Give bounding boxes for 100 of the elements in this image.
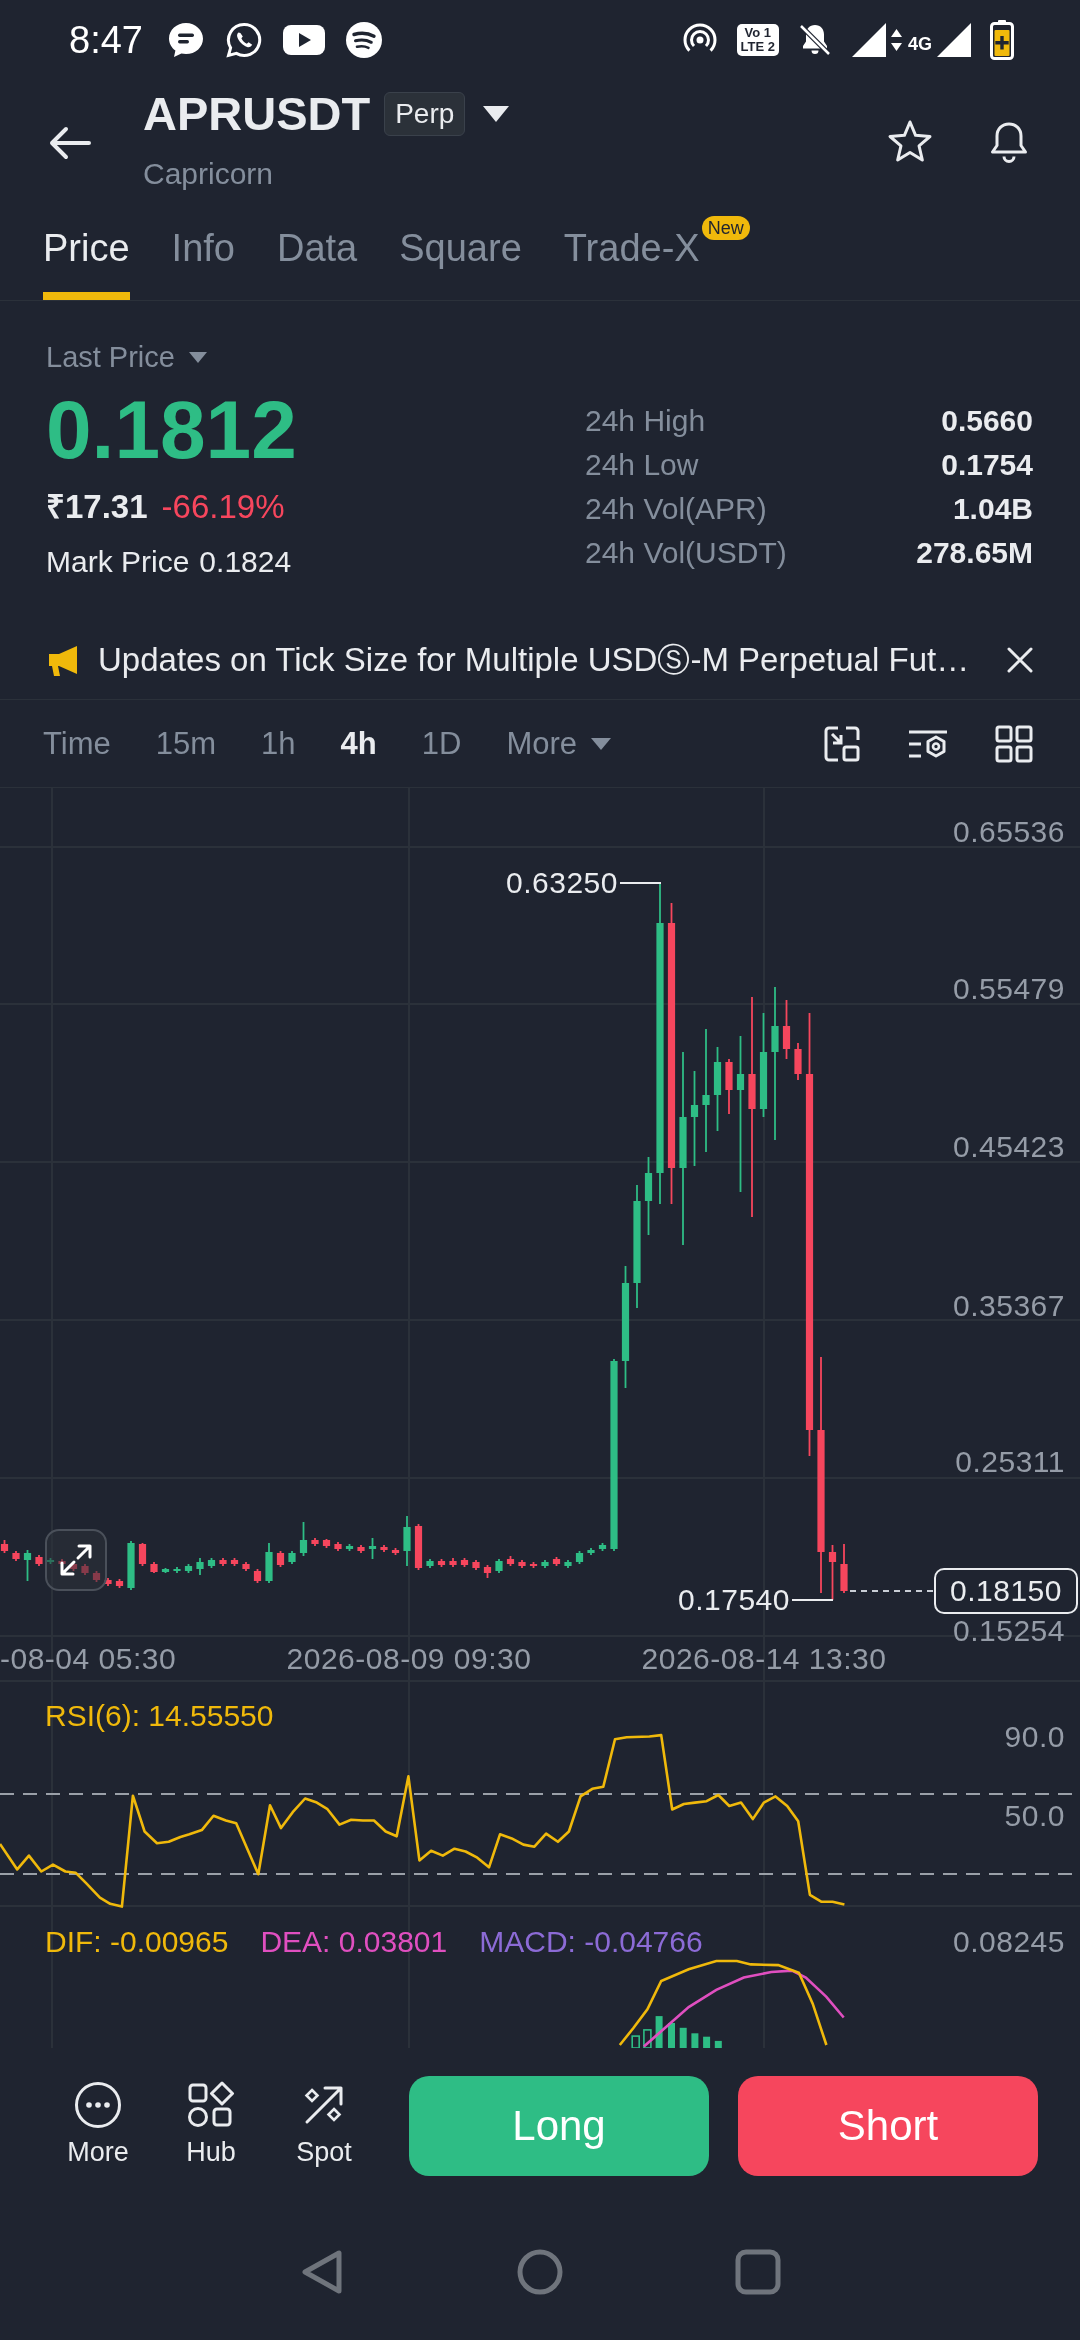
falling-candle	[322, 1538, 331, 1549]
macd-histogram-bar	[679, 2027, 687, 2048]
expand-chart-button[interactable]	[45, 1529, 107, 1591]
rsi-axis-label: 50.0	[1004, 1799, 1065, 1833]
stat-value: 278.65M	[916, 535, 1033, 571]
falling-candle	[483, 1564, 492, 1579]
falling-candle	[276, 1550, 285, 1568]
stat-value: 1.04B	[952, 491, 1033, 527]
high-price-label: 0.63250	[506, 866, 618, 900]
falling-candle	[357, 1544, 365, 1554]
close-icon[interactable]	[1007, 646, 1033, 673]
stat-value: 0.5660	[941, 403, 1033, 439]
falling-candle	[58, 1558, 66, 1567]
macd-histogram-bar	[703, 2036, 711, 2048]
last-price: 0.1812	[46, 390, 297, 470]
resize-window-icon[interactable]	[823, 724, 861, 763]
falling-candle	[414, 1523, 423, 1571]
falling-candle	[150, 1561, 158, 1574]
falling-candle	[219, 1557, 227, 1567]
phone-chat-icon	[224, 21, 263, 59]
falling-candle	[518, 1559, 526, 1569]
grid-icon[interactable]	[995, 724, 1033, 763]
rising-candle	[288, 1550, 296, 1565]
volte-text: Vo 1	[744, 26, 771, 40]
back-nav-icon[interactable]	[299, 2249, 345, 2295]
interval-tab[interactable]: Time	[43, 723, 111, 764]
status-time: 8:47	[69, 18, 143, 62]
symbol-title: APRUSDT	[143, 86, 371, 142]
shortcut-button[interactable]: Spot	[274, 2076, 374, 2167]
mark-price-label: Mark Price	[46, 544, 190, 580]
interval-tab[interactable]: 15m	[155, 723, 217, 764]
falling-candle	[311, 1537, 319, 1547]
rising-candle	[161, 1567, 170, 1574]
falling-candle	[81, 1563, 89, 1576]
rising-candle	[368, 1537, 377, 1560]
rising-candle	[575, 1550, 584, 1565]
interval-tab[interactable]: 1D	[421, 723, 462, 764]
rising-candle	[403, 1515, 411, 1567]
falling-candle	[472, 1559, 480, 1571]
macd-legend-label: DEA: 0.03801	[260, 1925, 448, 1959]
rising-candle	[426, 1558, 434, 1569]
notice-text[interactable]: Updates on Tick Size for Multiple USDⓈ-M Perpetual Fut…	[98, 638, 970, 681]
time-axis-label: -08-04 05:30	[0, 1642, 177, 1676]
rising-candle	[564, 1559, 572, 1569]
falling-candle	[242, 1561, 250, 1572]
current-price-tag: 0.18150	[934, 1568, 1078, 1614]
falling-candle	[104, 1577, 112, 1587]
signal-icon	[851, 22, 887, 58]
tab[interactable]: Data	[276, 205, 358, 300]
falling-candle	[437, 1558, 446, 1568]
signal-icon	[936, 22, 972, 58]
home-nav-icon[interactable]	[517, 2249, 563, 2295]
caret-down-icon[interactable]	[483, 106, 510, 122]
symbol-subtitle: Capricorn	[143, 156, 275, 192]
tab[interactable]: Square	[399, 205, 522, 300]
stat-label: 24h Vol(APR)	[585, 491, 767, 527]
rising-candle	[299, 1521, 308, 1557]
falling-candle	[794, 1042, 802, 1081]
contract-type-badge: Perp	[384, 92, 466, 136]
shapes-icon	[187, 2081, 235, 2129]
rising-candle	[127, 1540, 135, 1591]
falling-candle	[334, 1541, 342, 1552]
macd-histogram-bar	[631, 2035, 640, 2048]
caret-down-icon	[188, 351, 207, 363]
stat-label: 24h High	[585, 403, 706, 439]
falling-candle	[391, 1547, 400, 1556]
tab[interactable]: Price	[43, 205, 130, 300]
price-axis-label: 0.25311	[955, 1445, 1065, 1479]
price-type-selector[interactable]: Last Price	[46, 337, 207, 377]
falling-candle	[529, 1561, 538, 1569]
macd-legend-label: DIF: -0.00965	[45, 1925, 229, 1959]
falling-candle	[138, 1542, 147, 1567]
recents-nav-icon[interactable]	[735, 2249, 781, 2295]
falling-candle	[840, 1543, 848, 1594]
bell-off-icon	[797, 22, 833, 58]
rising-candle	[495, 1558, 503, 1574]
interval-tab[interactable]: 4h	[340, 723, 377, 764]
interval-tab[interactable]: 1h	[261, 723, 296, 764]
shortcut-button[interactable]: Hub	[161, 2076, 261, 2167]
more-intervals-button[interactable]: More	[506, 723, 611, 764]
tab[interactable]: Info	[171, 205, 235, 300]
long-button[interactable]: Long	[409, 2076, 709, 2176]
macd-histogram-bar	[643, 2029, 652, 2048]
time-axis-label: 2026-08-14 13:30	[641, 1642, 887, 1676]
shortcut-button[interactable]: More	[48, 2076, 148, 2167]
network-type-label: 4G	[908, 34, 932, 55]
rising-candle	[265, 1542, 273, 1584]
tab[interactable]: Trade-X New	[563, 205, 750, 300]
falling-candle	[828, 1544, 837, 1601]
macd-legend-label: MACD: -0.04766	[479, 1925, 703, 1959]
battery-icon	[990, 20, 1014, 60]
data-arrows-icon	[891, 29, 902, 51]
macd-histogram-bar	[655, 2016, 663, 2048]
mark-price-value: 0.1824	[199, 544, 292, 580]
falling-candle	[0, 1539, 9, 1554]
rsi-axis-label: 90.0	[1004, 1720, 1065, 1754]
price-axis-label: 0.45423	[953, 1130, 1065, 1164]
rsi-label: RSI(6): 14.55550	[45, 1699, 274, 1733]
short-button[interactable]: Short	[738, 2076, 1038, 2176]
high-price-leader-line	[619, 882, 662, 884]
